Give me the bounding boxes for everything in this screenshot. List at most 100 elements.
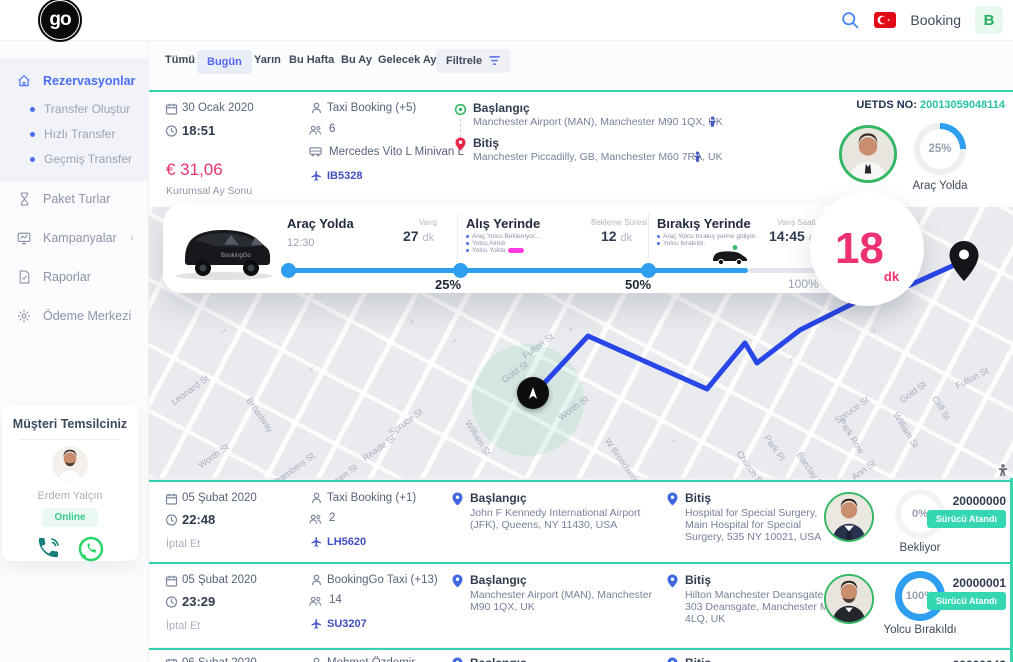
end-pin-icon (666, 574, 679, 588)
app-logo[interactable]: go (38, 0, 82, 42)
online-badge: Online (42, 508, 97, 527)
progress-bar-remaining (748, 268, 823, 273)
tab-yarin[interactable]: Yarın (254, 54, 281, 66)
app-root: Leonard St Broadway Worth St Chambers St… (0, 0, 1013, 662)
stage-time: 12:30 (287, 237, 315, 249)
calendar-icon (165, 575, 178, 587)
booking-number: 00000043 (906, 658, 1006, 662)
eta-unit: dk (884, 269, 899, 284)
reservation-row[interactable]: 05 Şubat 2020 22:48 İptal Et Taxi Bookin… (148, 480, 1013, 562)
whatsapp-icon[interactable] (77, 535, 105, 563)
progress-dot (281, 263, 296, 278)
tab-tumu[interactable]: Tümü (165, 54, 195, 66)
start-label: Başlangıç (473, 101, 530, 115)
calendar-icon (165, 658, 178, 662)
profile-button[interactable]: B (975, 6, 1003, 34)
rep-avatar (52, 446, 88, 482)
end-point-icon (454, 137, 467, 151)
sidebar-item-raporlar[interactable]: Raporlar (0, 266, 148, 288)
van-progress-icon (711, 245, 749, 265)
person-pin-icon[interactable] (708, 116, 717, 127)
reservation-time: 18:51 (182, 123, 215, 138)
chevron-right-icon: › (130, 232, 134, 244)
flight-icon (310, 536, 323, 548)
top-header: go Booking B (0, 0, 1013, 41)
route-connector (460, 119, 461, 137)
destination-pin-icon[interactable] (948, 241, 980, 281)
sidebar-item-label: Ödeme Merkezi (43, 309, 131, 323)
meta-value: 27 dk (403, 228, 434, 244)
start-label: Başlangıç (470, 491, 527, 505)
tab-gelecek-ay[interactable]: Gelecek Ay (378, 54, 437, 66)
divider (648, 213, 649, 259)
sidebar-item-label: Kampanyalar (43, 231, 117, 245)
rep-title: Müşteri Temsilciniz (2, 417, 138, 431)
search-icon[interactable] (841, 11, 860, 30)
end-label: Bitiş (473, 136, 499, 150)
filter-button[interactable]: Filtrele (436, 49, 510, 73)
start-label: Başlangıç (470, 573, 527, 587)
reservation-row[interactable]: 05 Şubat 2020 23:29 İptal Et BookingGo T… (148, 562, 1013, 647)
driver-avatar (824, 492, 874, 542)
eta-value: 18 (835, 227, 884, 271)
progress-bar-filled (288, 268, 748, 273)
sidebar-item-rezervasyonlar[interactable]: Rezervasyonlar (0, 70, 148, 92)
sidebar-item-odeme-merkezi[interactable]: Ödeme Merkezi (0, 305, 148, 327)
row-flight: LH5620 (327, 536, 366, 548)
flight-icon (310, 170, 323, 182)
passengers-icon (309, 124, 322, 136)
reservation-row[interactable]: 06 Şubat 2020 Mehmet Özdemir Başlangıç B… (148, 648, 1013, 662)
sidebar-item-transfer-olustur[interactable]: Transfer Oluştur (0, 100, 148, 118)
navigation-arrow-icon (526, 386, 540, 400)
start-pin-icon (451, 574, 464, 588)
tab-bu-hafta[interactable]: Bu Hafta (289, 54, 334, 66)
sidebar-item-paket-turlar[interactable]: Paket Turlar (0, 188, 148, 210)
end-address: Manchester Piccadilly, GB, Manchester M6… (473, 151, 773, 163)
row-passengers: 14 (329, 594, 342, 606)
person-icon (310, 657, 323, 662)
progress-dot (641, 263, 656, 278)
sidebar-item-label: Transfer Oluştur (44, 102, 130, 116)
reservation-card[interactable]: 30 Ocak 2020 18:51 € 31,06 Kurumsal Ay S… (148, 90, 1013, 207)
tracking-panel: BookingGo Araç Yolda 12:30 Varış 27 dk A… (163, 205, 905, 293)
stage-title: Bırakış Yerinde (657, 216, 751, 231)
row-customer: BookingGo Taxi (+13) (327, 574, 438, 586)
svg-text:BookingGo: BookingGo (221, 253, 251, 259)
start-address: Manchester Airport (MAN), Manchester M90… (473, 116, 773, 128)
stage-bullet: Yolcu Alındı (466, 240, 506, 247)
stage-bullet: Araç Yolcu Bekleniyor... (466, 233, 540, 240)
start-label: Başlangıç (470, 656, 527, 662)
vehicle-marker[interactable] (517, 377, 549, 409)
progress-ring: 25% (914, 123, 966, 175)
passengers-icon (309, 595, 322, 607)
person-icon (310, 574, 323, 586)
end-pin-icon (666, 492, 679, 506)
phone-icon[interactable] (35, 535, 63, 563)
row-flight: SU3207 (327, 618, 367, 630)
tab-bu-ay[interactable]: Bu Ay (341, 54, 372, 66)
price: € 31,06 (166, 160, 223, 180)
driver-avatar (824, 574, 874, 624)
map-attribution-icon (996, 463, 1010, 477)
progress-status: Araç Yolda (900, 180, 980, 192)
customer-rep-card: Müşteri Temsilciniz Erdem Yalçın Online (2, 405, 138, 561)
person-icon (310, 102, 323, 114)
eta-bubble: 18 dk (810, 192, 924, 306)
row-customer: Taxi Booking (+1) (327, 492, 416, 504)
cancel-link[interactable]: İptal Et (166, 538, 200, 550)
sidebar-item-gecmis-transfer[interactable]: Geçmiş Transfer (0, 150, 148, 168)
sidebar-item-hizli-transfer[interactable]: Hızlı Transfer (0, 125, 148, 143)
flight-icon (310, 618, 323, 630)
clock-icon (165, 514, 178, 526)
tab-bugun[interactable]: Bugün (197, 50, 252, 74)
person-pin-icon[interactable] (693, 151, 702, 162)
turkish-flag-icon[interactable] (874, 12, 896, 28)
start-address: John F Kennedy International Airport (JF… (470, 507, 665, 531)
sidebar: Rezervasyonlar Transfer Oluştur Hızlı Tr… (0, 40, 149, 662)
sidebar-item-label: Hızlı Transfer (44, 127, 115, 141)
sidebar-item-kampanyalar[interactable]: Kampanyalar › (0, 227, 148, 249)
stage-bullet: Yolcu bırakıldı. (657, 240, 705, 247)
meta-label: Varış Saati (777, 218, 816, 227)
driver-assigned-badge: Sürücü Atandı (927, 510, 1006, 528)
cancel-link[interactable]: İptal Et (166, 620, 200, 632)
